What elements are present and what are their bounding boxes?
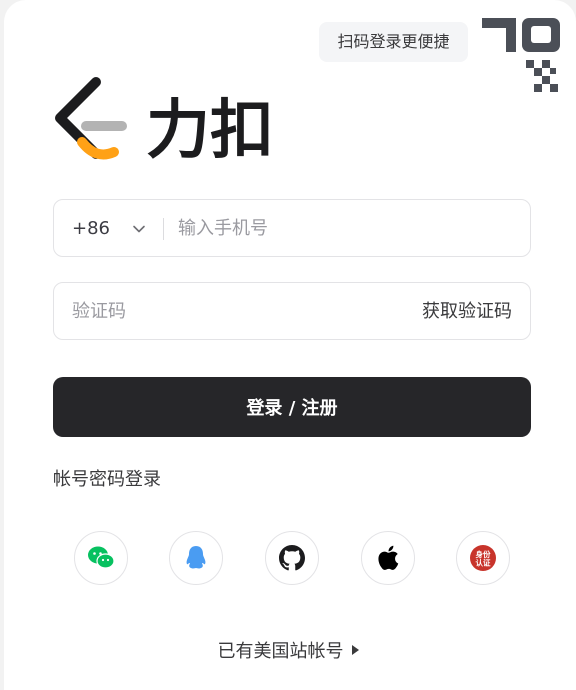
leetcode-mark-icon [55, 77, 127, 160]
qr-code-icon[interactable] [478, 14, 564, 100]
svg-text:认证: 认证 [476, 558, 491, 568]
us-site-account-label: 已有美国站帐号 [217, 641, 344, 662]
apple-icon [378, 545, 399, 570]
phone-field: +86 [53, 199, 531, 257]
wechat-login-button[interactable] [74, 531, 128, 585]
github-icon [279, 545, 305, 571]
field-divider [163, 218, 164, 240]
us-site-account-link[interactable]: 已有美国站帐号 [0, 637, 576, 663]
github-login-button[interactable] [265, 531, 319, 585]
password-login-link[interactable]: 帐号密码登录 [53, 465, 161, 491]
verification-code-field: 获取验证码 [53, 282, 531, 340]
leetcode-logo: 力扣 [55, 77, 274, 166]
country-code-select[interactable]: +86 [72, 200, 110, 258]
phone-input[interactable] [178, 200, 518, 256]
verification-code-input[interactable] [72, 283, 372, 339]
caret-right-icon [351, 645, 359, 655]
get-code-button[interactable]: 获取验证码 [422, 283, 512, 341]
login-register-button[interactable]: 登录 / 注册 [53, 377, 531, 437]
logo-text: 力扣 [146, 94, 274, 166]
identity-auth-login-button[interactable]: 身份 认证 [456, 531, 510, 585]
wechat-icon [88, 546, 115, 569]
qq-login-button[interactable] [169, 531, 223, 585]
chevron-down-icon[interactable] [132, 222, 146, 236]
qr-login-tip[interactable]: 扫码登录更便捷 [319, 22, 468, 62]
apple-login-button[interactable] [361, 531, 415, 585]
identity-auth-icon: 身份 认证 [470, 545, 496, 571]
svg-text:身份: 身份 [476, 549, 491, 559]
qq-icon [186, 546, 206, 569]
